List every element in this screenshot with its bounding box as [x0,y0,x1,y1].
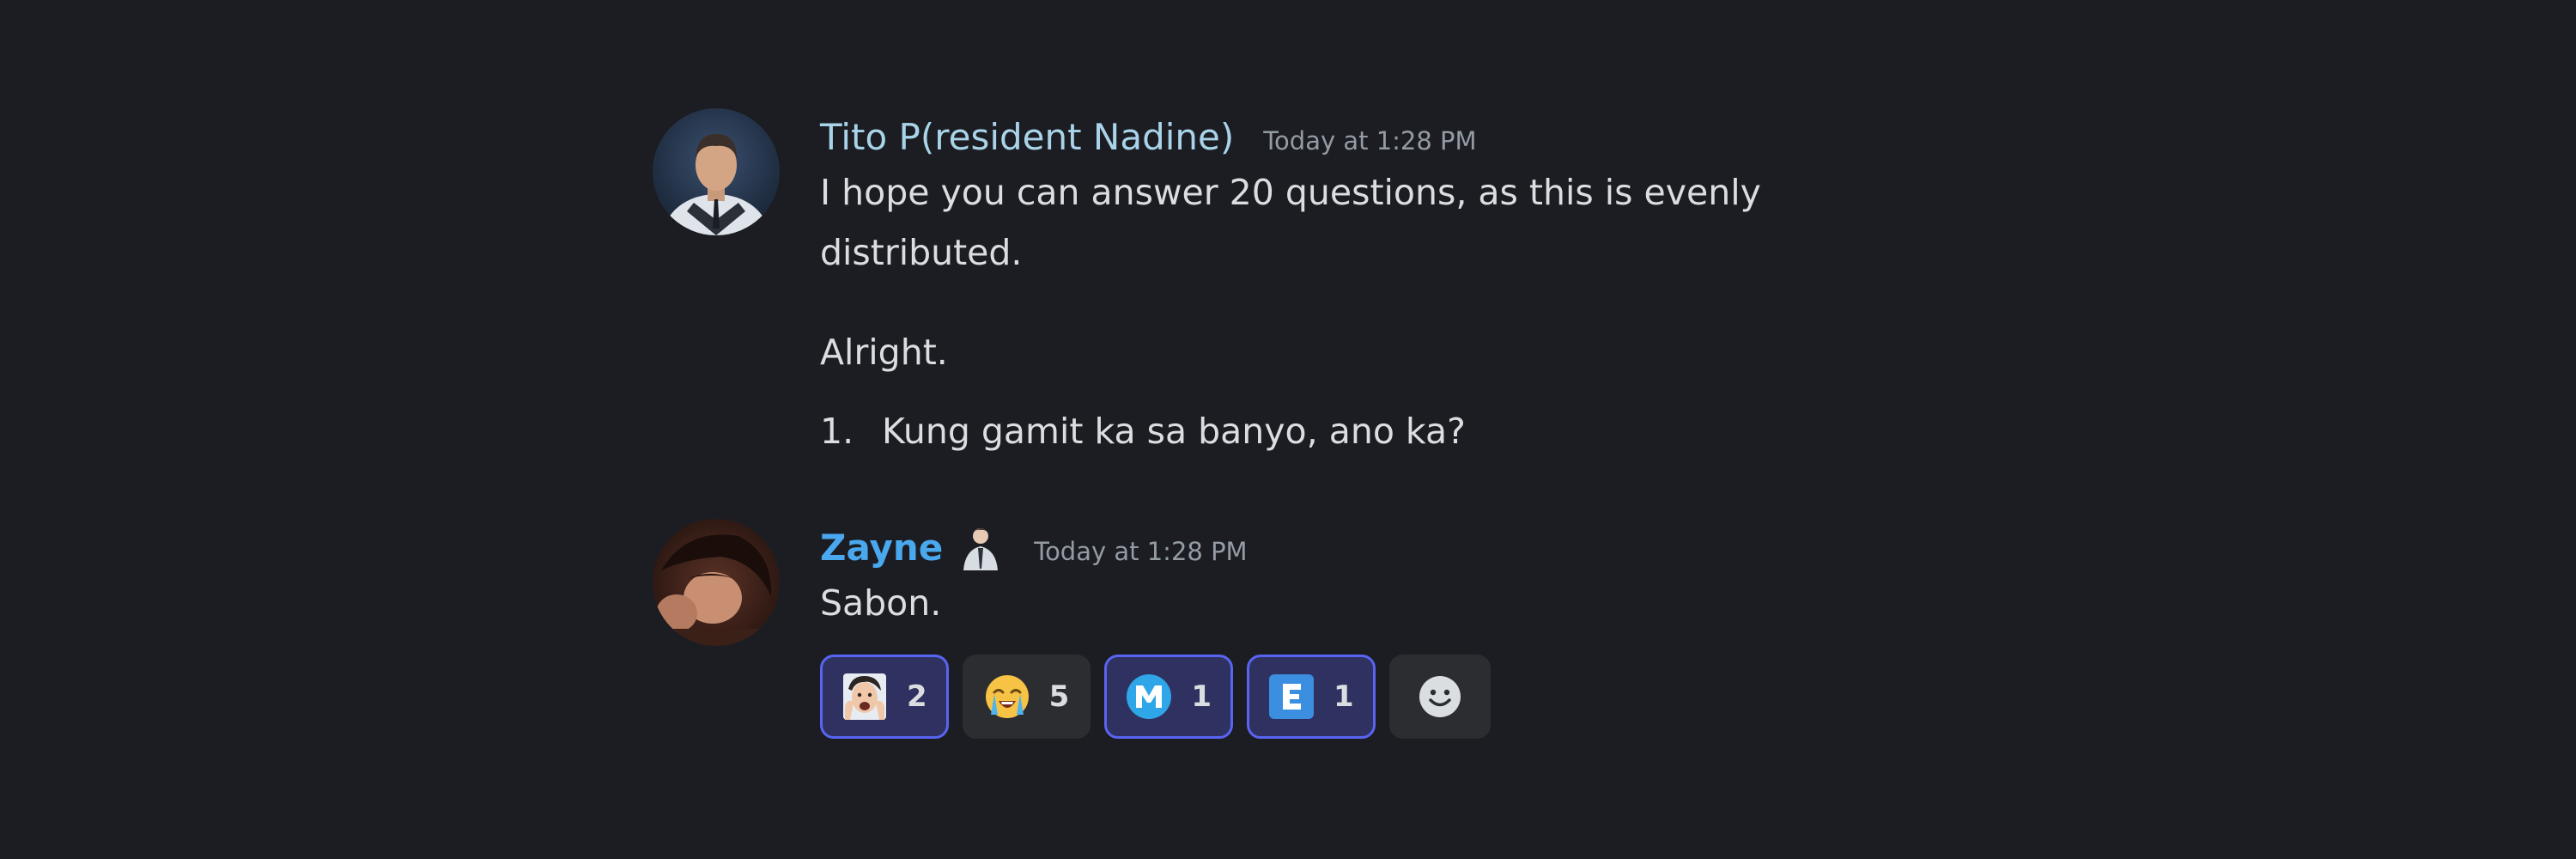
message-text-line: Alright. [820,332,948,373]
reaction-count: 2 [907,679,927,714]
add-reaction-button[interactable] [1388,655,1491,739]
avatar[interactable] [653,108,780,235]
person-figure-icon [955,524,1005,572]
add-reaction-smiley-icon [1415,672,1465,722]
reaction-letter-e[interactable]: 1 [1247,655,1376,739]
message-text-line: I hope you can answer 20 questions, as t… [820,172,1761,213]
reaction-face-sticker[interactable]: 2 [820,655,949,739]
list-item: 1. Kung gamit ka sa banyo, ano ka? [820,407,1466,455]
reaction-count: 5 [1048,679,1070,714]
avatar[interactable] [653,519,780,646]
letter-e-emoji [1267,672,1316,722]
chat-area: Tito P(resident Nadine) Today at 1:28 PM… [0,0,2576,859]
message-header: Tito P(resident Nadine) Today at 1:28 PM [820,113,1477,161]
loudly-crying-face-emoji [982,672,1032,722]
letter-m-emoji [1124,672,1174,722]
timestamp: Today at 1:28 PM [1263,126,1477,155]
reaction-count: 1 [1191,679,1212,714]
reaction-loudly-crying[interactable]: 5 [962,655,1091,739]
face-sticker-emoji [840,672,890,722]
message-header: Zayne Today at 1:28 PM [820,524,1248,572]
reactions-bar: 2 5 1 1 [820,655,1491,739]
list-text: Kung gamit ka sa banyo, ano ka? [882,411,1466,452]
username[interactable]: Tito P(resident Nadine) [820,113,1234,161]
list-number: 1. [820,411,854,452]
reaction-count: 1 [1334,679,1354,714]
message-text-line: distributed. [820,232,1023,273]
message-text-line: Sabon. [820,582,942,624]
reaction-letter-m[interactable]: 1 [1104,655,1234,739]
username[interactable]: Zayne [820,524,943,572]
timestamp: Today at 1:28 PM [1034,537,1248,566]
